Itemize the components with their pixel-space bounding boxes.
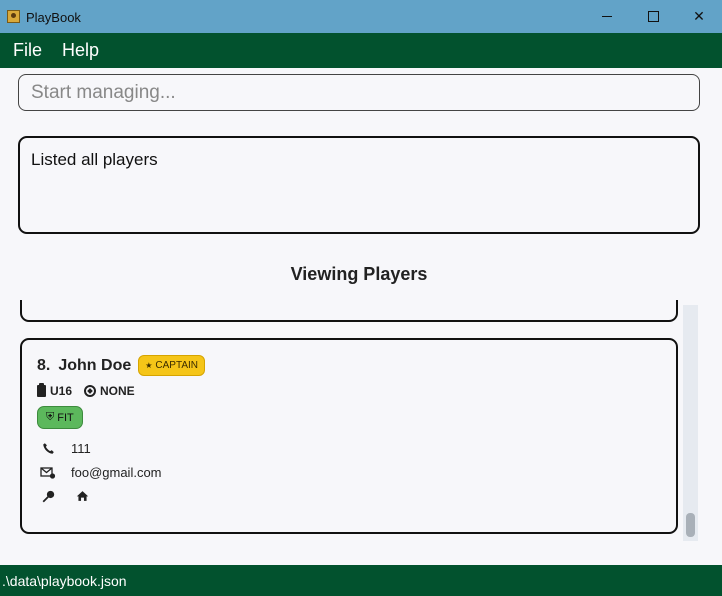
maximize-icon — [647, 11, 659, 22]
list-title: Viewing Players — [290, 264, 428, 284]
status-bar: .\data\playbook.json — [0, 565, 722, 596]
player-name: John Doe — [58, 356, 132, 374]
maximize-button[interactable] — [630, 0, 676, 33]
result-display: Listed all players — [18, 136, 700, 234]
list-scrollbar[interactable] — [683, 305, 698, 541]
email-value: foo@gmail.com — [71, 465, 162, 480]
player-header: 8. John Doe ★ CAPTAIN — [37, 355, 206, 376]
window-title: PlayBook — [26, 10, 81, 25]
age-group-label: U16 — [50, 384, 73, 398]
phone-value: 111 — [71, 441, 91, 456]
fitness-label: FIT — [57, 411, 74, 424]
captain-label: CAPTAIN — [155, 360, 199, 371]
soccer-ball-icon — [84, 385, 97, 397]
player-card-previous[interactable] — [20, 300, 678, 322]
position: NONE — [84, 384, 135, 398]
phone-row: 111 — [37, 441, 91, 456]
app-icon — [7, 10, 20, 23]
player-card[interactable]: 8. John Doe ★ CAPTAIN U16 NONE ⛨ FIT 111… — [20, 338, 678, 534]
scrollbar-thumb[interactable] — [686, 513, 695, 537]
player-meta: U16 NONE — [37, 383, 147, 398]
player-list: 8. John Doe ★ CAPTAIN U16 NONE ⛨ FIT 111… — [0, 300, 699, 546]
minimize-icon — [602, 16, 612, 17]
position-label: NONE — [100, 384, 135, 398]
menu-bar: File Help — [0, 33, 722, 68]
captain-badge: ★ CAPTAIN — [138, 355, 206, 376]
shield-icon: ⛨ — [46, 411, 55, 423]
result-message: Listed all players — [31, 150, 158, 169]
player-index: 8. — [37, 356, 51, 374]
home-icon — [71, 489, 93, 503]
minimize-button[interactable] — [584, 0, 630, 33]
title-bar: PlayBook ✕ — [0, 0, 722, 33]
menu-help[interactable]: Help — [55, 40, 106, 61]
email-icon — [37, 466, 59, 480]
clipboard-icon — [37, 383, 46, 397]
close-icon: ✕ — [693, 8, 705, 24]
address-row — [37, 489, 105, 503]
email-row: foo@gmail.com — [37, 465, 162, 480]
close-button[interactable]: ✕ — [676, 0, 722, 33]
star-icon: ★ — [145, 361, 153, 370]
menu-file[interactable]: File — [6, 40, 49, 61]
phone-icon — [37, 442, 59, 456]
map-pin-icon — [37, 489, 59, 503]
fitness-badge: ⛨ FIT — [37, 406, 83, 429]
data-file-path: .\data\playbook.json — [2, 572, 127, 589]
command-input[interactable] — [18, 74, 700, 111]
age-group: U16 — [37, 383, 73, 398]
